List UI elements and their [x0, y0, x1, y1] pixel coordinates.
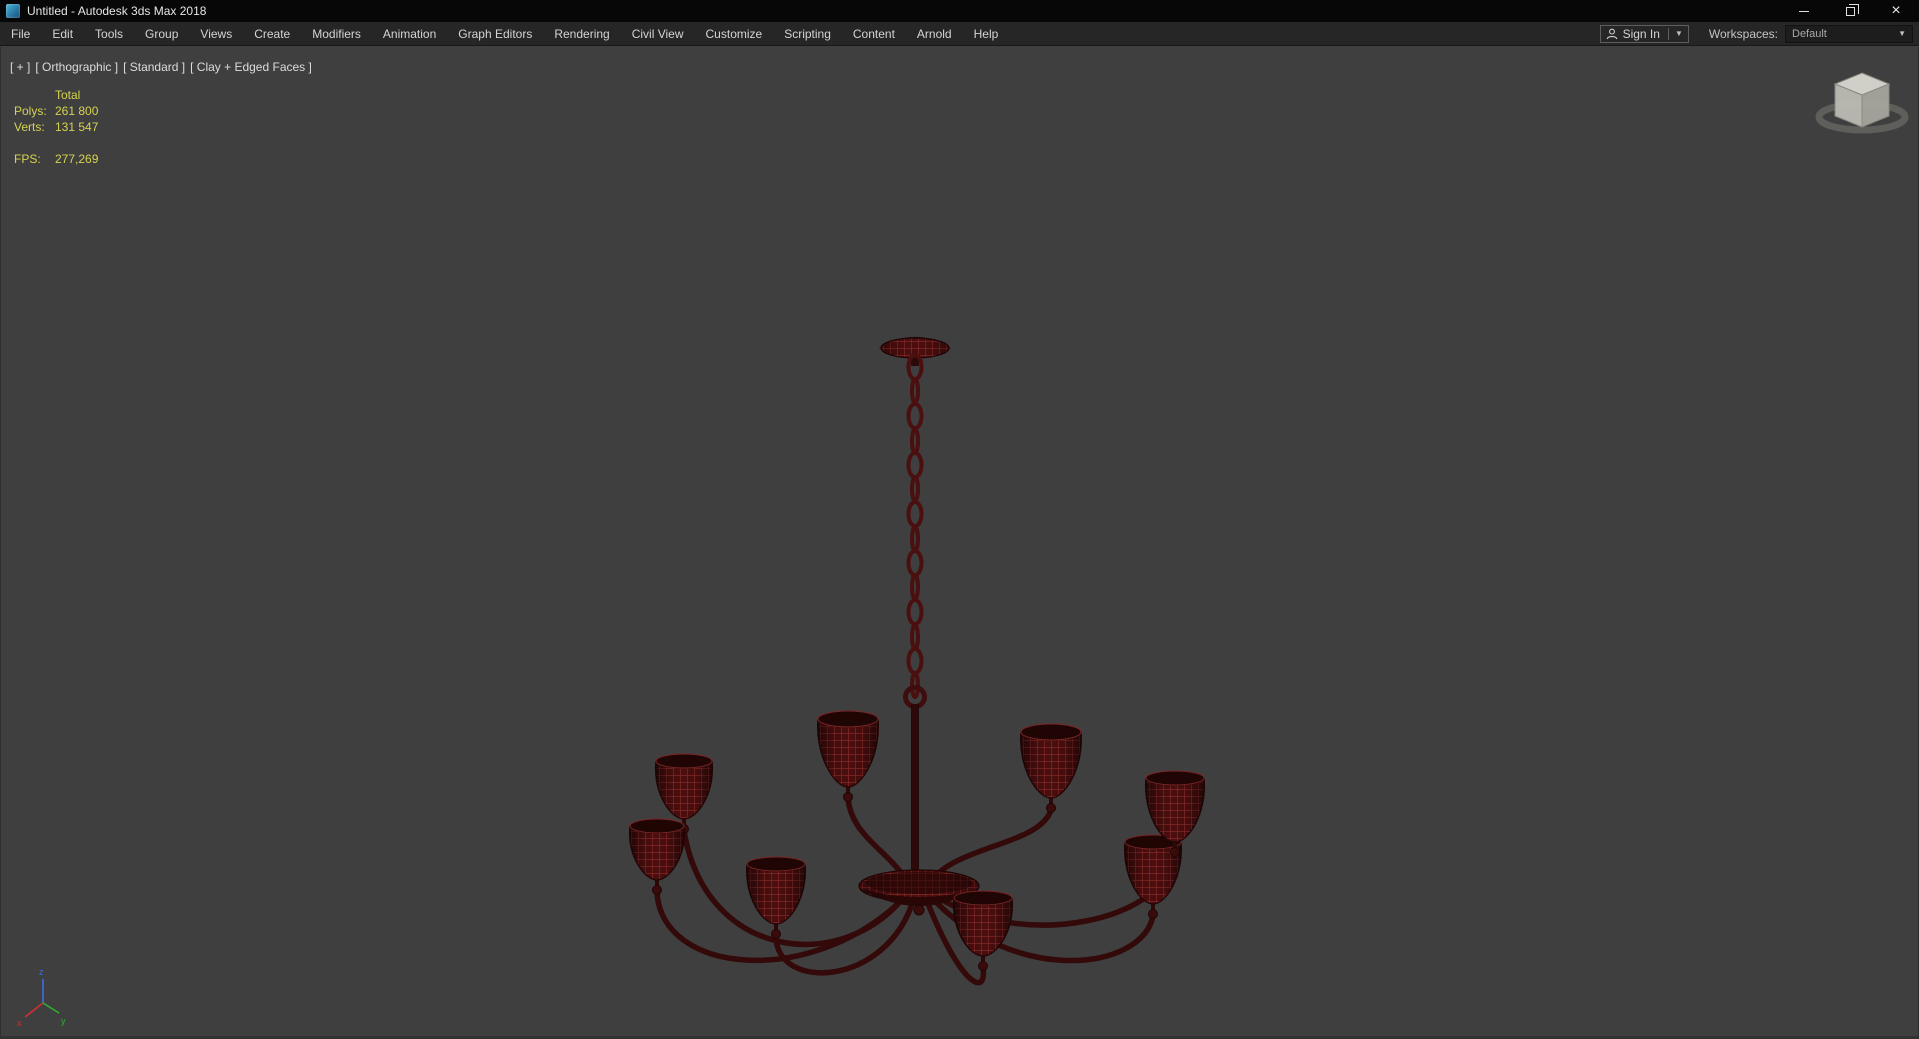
app-icon[interactable]	[6, 4, 20, 18]
viewcube[interactable]	[1815, 72, 1909, 134]
workspace-dropdown[interactable]: Default ▼	[1785, 24, 1913, 43]
user-icon	[1606, 28, 1617, 39]
stats-fps-row: FPS: 277,269	[14, 151, 98, 167]
menu-bar: File Edit Tools Group Views Create Modifiers An…	[0, 22, 1919, 46]
chandelier-chain	[906, 353, 924, 699]
statistics-overlay: Total Polys: 261 800 Verts: 131 547 FPS:…	[14, 87, 98, 167]
window-controls: ×	[1781, 0, 1919, 22]
viewport[interactable]: [ + ] [ Orthographic ] [ Standard ] [ Clay …	[0, 47, 1919, 1039]
stats-verts-value: 131 547	[55, 120, 99, 134]
menu-item[interactable]: File	[0, 22, 41, 45]
viewport-label: [ + ] [ Orthographic ] [ Standard ] [ Clay …	[10, 60, 312, 74]
workspace-caret-icon: ▼	[1898, 28, 1906, 38]
restore-icon	[1845, 3, 1859, 16]
menu-item[interactable]: Arnold	[906, 22, 963, 45]
axis-z-label: z	[39, 967, 44, 977]
menubar-right: Sign In ▼ Workspaces: Default ▼	[1599, 24, 1913, 43]
chandelier-canopy	[878, 337, 952, 366]
axis-y-label: y	[61, 1016, 66, 1026]
stats-fps-label: FPS:	[14, 152, 41, 166]
menu-item[interactable]: Civil View	[621, 22, 695, 45]
viewport-label-part[interactable]: [ Orthographic ]	[35, 60, 118, 74]
viewport-label-part[interactable]: [ + ]	[10, 60, 30, 74]
axis-x-label: x	[17, 1018, 22, 1028]
minimize-button[interactable]	[1781, 0, 1827, 22]
stats-verts-row: Verts: 131 547	[14, 119, 98, 135]
stats-verts-label: Verts:	[14, 120, 45, 134]
close-button[interactable]: ×	[1873, 0, 1919, 22]
menu-item[interactable]: Customize	[695, 22, 774, 45]
viewport-label-part[interactable]: [ Clay + Edged Faces ]	[190, 60, 312, 74]
titlebar: Untitled - Autodesk 3ds Max 2018 ×	[0, 0, 1919, 22]
stats-polys-label: Polys:	[14, 104, 47, 118]
viewport-label-part[interactable]: [ Standard ]	[123, 60, 185, 74]
scene-canvas[interactable]: x y z	[1, 47, 1919, 1039]
restore-button[interactable]	[1827, 0, 1873, 22]
menu-item[interactable]: Help	[963, 22, 1010, 45]
sign-in-button[interactable]: Sign In ▼	[1599, 24, 1689, 43]
menu-item[interactable]: Graph Editors	[447, 22, 543, 45]
menu-item[interactable]: Create	[243, 22, 301, 45]
sign-in-label: Sign In	[1622, 26, 1660, 41]
menu-item[interactable]: Views	[189, 22, 243, 45]
menu-items: File Edit Tools Group Views Create Modifiers An…	[0, 22, 1009, 45]
chandelier-model[interactable]	[629, 337, 1205, 986]
sign-in-divider	[1667, 27, 1669, 40]
stats-fps-value: 277,269	[55, 152, 99, 166]
stats-polys-value: 261 800	[55, 104, 99, 118]
close-icon: ×	[1891, 2, 1901, 19]
menu-item[interactable]: Modifiers	[301, 22, 372, 45]
menu-item[interactable]: Tools	[84, 22, 134, 45]
menu-item[interactable]: Scripting	[773, 22, 842, 45]
menu-item[interactable]: Content	[842, 22, 906, 45]
workspace-value: Default	[1792, 27, 1827, 40]
stats-polys-row: Polys: 261 800	[14, 103, 98, 119]
workspaces-label: Workspaces:	[1708, 26, 1778, 41]
window-title: Untitled - Autodesk 3ds Max 2018	[27, 4, 207, 18]
stats-total-header: Total	[55, 88, 81, 102]
stats-header-row: Total	[14, 87, 98, 103]
minimize-icon	[1799, 10, 1809, 12]
menu-item[interactable]: Animation	[372, 22, 447, 45]
menu-item[interactable]: Group	[134, 22, 189, 45]
menu-item[interactable]: Edit	[41, 22, 84, 45]
chandelier-rod	[911, 704, 919, 894]
axis-tripod: x y z	[17, 967, 66, 1028]
menu-item[interactable]: Rendering	[543, 22, 620, 45]
sign-in-caret-icon[interactable]: ▼	[1675, 29, 1683, 38]
